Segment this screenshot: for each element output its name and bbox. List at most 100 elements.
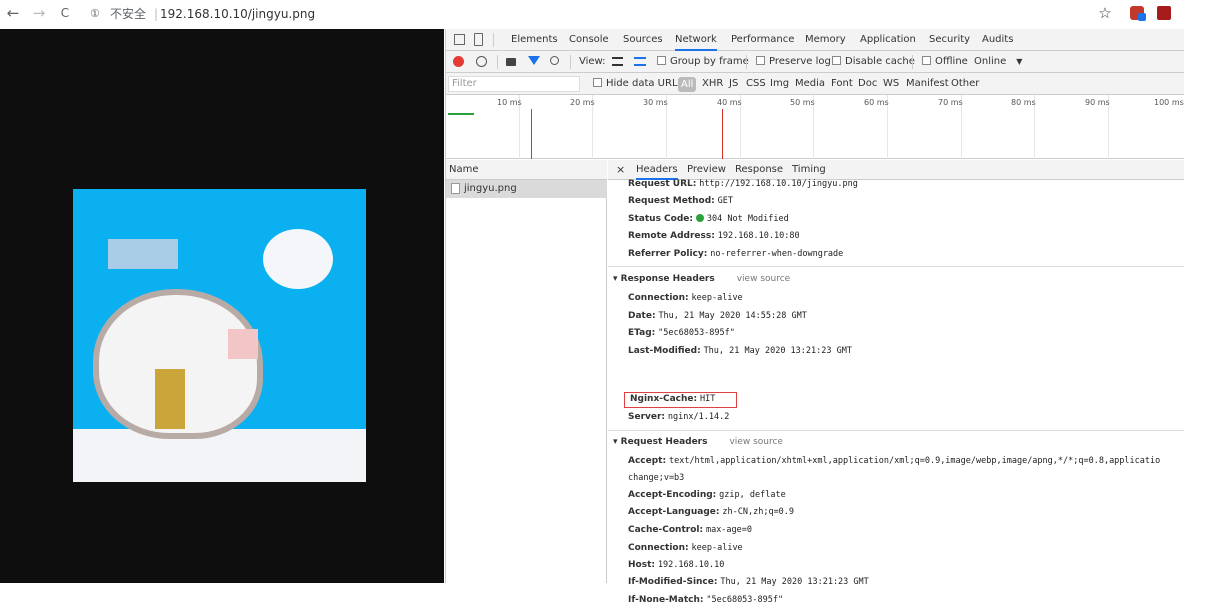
- header-row: Last-Modified: Thu, 21 May 2020 13:21:23…: [628, 346, 852, 356]
- name-column-header[interactable]: Name: [446, 160, 607, 180]
- tab-memory[interactable]: Memory: [805, 29, 846, 51]
- bookmark-star-icon[interactable]: ☆: [1096, 4, 1114, 22]
- toolbar-divider-3: [746, 55, 747, 69]
- filter-icon[interactable]: [528, 56, 540, 65]
- info-icon[interactable]: ①: [90, 3, 100, 25]
- record-icon[interactable]: [453, 56, 464, 67]
- clear-icon[interactable]: [476, 56, 487, 67]
- tab-performance[interactable]: Performance: [731, 29, 794, 51]
- image-cloud: [263, 229, 333, 289]
- waterfall-overview-icon[interactable]: [634, 57, 646, 66]
- header-row: Accept-Language: zh-CN,zh;q=0.9: [628, 507, 795, 517]
- tab-divider: [493, 33, 494, 47]
- tab-network[interactable]: Network: [675, 29, 717, 51]
- preserve-log-checkbox[interactable]: Preserve log: [756, 51, 831, 73]
- tab-audits[interactable]: Audits: [982, 29, 1013, 51]
- request-row[interactable]: jingyu.png: [446, 180, 607, 198]
- header-row: Accept-Encoding: gzip, deflate: [628, 490, 786, 500]
- back-icon[interactable]: ←: [4, 4, 22, 22]
- filter-type-other[interactable]: Other: [951, 73, 979, 95]
- toolbar-divider: [497, 55, 498, 69]
- view-label: View:: [579, 56, 606, 67]
- address-bar[interactable]: ① 不安全 | 192.168.10.10/jingyu.png: [86, 3, 1120, 25]
- timeline-tick-label: 10 ms: [497, 98, 522, 107]
- header-row: If-None-Match: "5ec68053-895f": [628, 595, 784, 605]
- disable-cache-checkbox[interactable]: Disable cache: [832, 51, 915, 73]
- pdf-extension-icon[interactable]: [1157, 6, 1171, 20]
- request-details: × Headers Preview Response Timing Reques…: [608, 160, 1184, 605]
- filter-type-css[interactable]: CSS: [746, 73, 766, 95]
- view-source-link[interactable]: view source: [737, 274, 790, 284]
- forward-icon[interactable]: →: [30, 4, 48, 22]
- header-row: Connection: keep-alive: [628, 543, 743, 553]
- insecure-label: 不安全: [110, 7, 147, 21]
- large-rows-icon[interactable]: [612, 57, 623, 66]
- header-row: Cache-Control: max-age=0: [628, 525, 753, 535]
- tab-security[interactable]: Security: [929, 29, 970, 51]
- hide-data-urls-checkbox[interactable]: Hide data URLs: [593, 73, 683, 95]
- close-icon[interactable]: ×: [616, 160, 625, 180]
- browser-toolbar: ← → C ① 不安全 | 192.168.10.10/jingyu.png ☆: [0, 0, 1211, 28]
- filter-type-all[interactable]: All: [678, 77, 697, 92]
- request-headers-toggle[interactable]: ▾ Request Headers view source: [613, 433, 783, 451]
- request-bar: [448, 113, 474, 115]
- timeline-tick-label: 60 ms: [864, 98, 889, 107]
- header-row: Request URL: http://192.168.10.10/jingyu…: [628, 179, 858, 189]
- section-divider: [608, 266, 1184, 267]
- tab-application[interactable]: Application: [860, 29, 916, 51]
- section-divider: [608, 430, 1184, 431]
- timeline-tick-label: 80 ms: [1011, 98, 1036, 107]
- filter-type-ws[interactable]: WS: [883, 73, 899, 95]
- devtools-tab-bar: Elements Console Sources Network Perform…: [446, 29, 1184, 51]
- status-ok-icon: [695, 214, 704, 222]
- device-toolbar-icon[interactable]: [474, 33, 483, 46]
- filter-type-media[interactable]: Media: [795, 73, 825, 95]
- header-row: ETag: "5ec68053-895f": [628, 328, 735, 338]
- filter-input[interactable]: Filter: [448, 76, 580, 92]
- filter-type-doc[interactable]: Doc: [858, 73, 877, 95]
- image-ground: [73, 429, 366, 482]
- offline-checkbox[interactable]: Offline: [922, 51, 968, 73]
- tab-sources[interactable]: Sources: [623, 29, 663, 51]
- throttling-select[interactable]: Online ▼: [974, 51, 1022, 73]
- header-row: Request Method: GET: [628, 196, 734, 206]
- timeline-tick-label: 20 ms: [570, 98, 595, 107]
- extension-badge-icon: [1138, 13, 1146, 21]
- timeline-tick-label: 70 ms: [938, 98, 963, 107]
- header-row: change;v=b3: [628, 473, 685, 483]
- header-row: Connection: keep-alive: [628, 293, 743, 303]
- image-cheek: [228, 329, 258, 359]
- separator: |: [154, 7, 159, 21]
- jingyu-image: [73, 189, 366, 482]
- header-row: Host: 192.168.10.10: [628, 560, 725, 570]
- response-headers-toggle[interactable]: ▾ Response Headers view source: [613, 270, 790, 288]
- reload-icon[interactable]: C: [56, 4, 74, 22]
- timeline-tick-label: 40 ms: [717, 98, 742, 107]
- search-icon[interactable]: [550, 56, 559, 65]
- domcontentloaded-marker: [531, 109, 532, 159]
- tab-elements[interactable]: Elements: [511, 29, 558, 51]
- filter-type-js[interactable]: JS: [729, 73, 738, 95]
- network-toolbar: View: Group by frame Preserve log Disabl…: [446, 51, 1184, 73]
- load-marker: [722, 109, 723, 159]
- network-overview[interactable]: 10 ms 20 ms 30 ms 40 ms 50 ms 60 ms 70 m…: [446, 95, 1184, 159]
- header-row: Remote Address: 192.168.10.10:80: [628, 231, 800, 241]
- view-source-link[interactable]: view source: [729, 437, 782, 447]
- header-row: Status Code: 304 Not Modified: [628, 214, 789, 224]
- screenshot-icon[interactable]: [506, 58, 516, 66]
- tab-console[interactable]: Console: [569, 29, 609, 51]
- timeline-tick-label: 90 ms: [1085, 98, 1110, 107]
- timeline-tick-label: 100 ms: [1154, 98, 1184, 107]
- filter-type-xhr[interactable]: XHR: [702, 73, 723, 95]
- filter-type-manifest[interactable]: Manifest: [906, 73, 949, 95]
- filter-type-font[interactable]: Font: [831, 73, 853, 95]
- filter-bar: Filter Hide data URLs All XHR JS CSS Img…: [446, 73, 1184, 95]
- inspect-element-icon[interactable]: [454, 34, 465, 45]
- header-row: Date: Thu, 21 May 2020 14:55:28 GMT: [628, 311, 807, 321]
- file-icon: [451, 183, 460, 194]
- image-ear: [108, 239, 178, 269]
- network-requests-area: Name jingyu.png × Headers Preview Respon…: [446, 160, 1184, 605]
- header-row: Server: nginx/1.14.2: [628, 412, 730, 422]
- filter-type-img[interactable]: Img: [770, 73, 789, 95]
- group-by-frame-checkbox[interactable]: Group by frame: [657, 51, 749, 73]
